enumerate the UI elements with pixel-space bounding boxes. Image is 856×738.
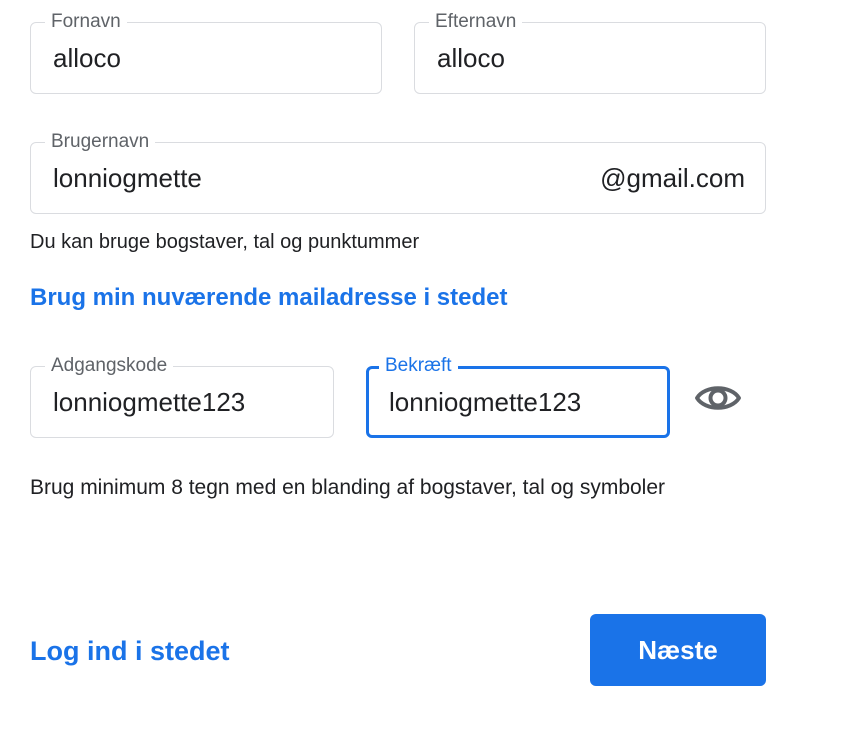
username-value[interactable]: lonniogmette <box>53 163 202 193</box>
first-name-label: Fornavn <box>45 11 127 33</box>
last-name-label: Efternavn <box>429 11 523 33</box>
username-field[interactable]: Brugernavn lonniogmette @gmail.com <box>30 131 766 214</box>
password-helper-text: Brug minimum 8 tegn med en blanding af b… <box>30 476 666 499</box>
eye-icon[interactable] <box>690 374 746 422</box>
first-name-value[interactable]: alloco <box>53 43 121 73</box>
first-name-field[interactable]: Fornavn alloco <box>30 11 382 94</box>
gmail-domain-suffix: @gmail.com <box>600 163 745 193</box>
next-button[interactable]: Næste <box>590 614 766 686</box>
confirm-password-field[interactable]: Bekræft lonniogmette123 <box>366 355 670 438</box>
username-helper-text: Du kan bruge bogstaver, tal og punktumme… <box>30 231 420 253</box>
use-current-email-link[interactable]: Brug min nuværende mailadresse i stedet <box>30 282 507 314</box>
password-field[interactable]: Adgangskode lonniogmette123 <box>30 355 334 438</box>
confirm-password-value[interactable]: lonniogmette123 <box>389 387 581 417</box>
last-name-value[interactable]: alloco <box>437 43 505 73</box>
last-name-field[interactable]: Efternavn alloco <box>414 11 766 94</box>
password-label: Adgangskode <box>45 355 174 377</box>
password-value[interactable]: lonniogmette123 <box>53 387 245 417</box>
sign-in-instead-link[interactable]: Log ind i stedet <box>30 634 230 668</box>
username-label: Brugernavn <box>45 131 156 153</box>
confirm-password-label: Bekræft <box>379 355 458 377</box>
